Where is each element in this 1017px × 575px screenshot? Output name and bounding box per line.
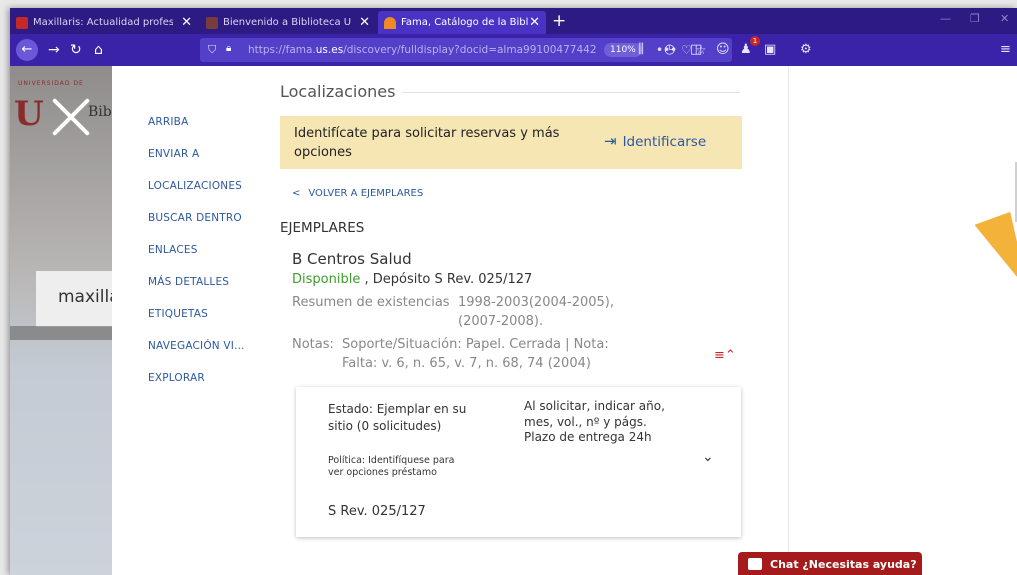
url-text[interactable]: https://fama.us.es/discovery/fulldisplay… (248, 38, 597, 62)
tab-bar: Maxillaris: Actualidad profesion ✕ Bienve… (10, 8, 1017, 34)
url-bar[interactable]: ⛉ 🔒︎ https://fama.us.es/discovery/fulldi… (200, 38, 732, 62)
new-tab-button[interactable]: + (552, 10, 566, 32)
navigation-bar: ← → ↻ ⌂ ⛉ 🔒︎ https://fama.us.es/discover… (10, 34, 1017, 66)
holdings-value-2: (2007-2008). (458, 314, 544, 329)
puzzle-icon[interactable]: ⚙ (800, 42, 812, 58)
logo-u-letter: U (14, 94, 44, 134)
menu-icon[interactable]: ≡ (1000, 42, 1011, 58)
logo-university-text: UNIVERSIDAD DE (18, 80, 84, 87)
browser-window: Maxillaris: Actualidad profesion ✕ Bienve… (10, 8, 1017, 575)
tab-label: Maxillaris: Actualidad profesion (33, 17, 173, 28)
chevron-down-icon[interactable]: ⌄ (702, 449, 714, 465)
close-window-icon[interactable]: ✕ (1000, 12, 1009, 25)
minimize-icon[interactable]: — (940, 12, 951, 25)
restore-icon[interactable]: ❐ (970, 12, 980, 25)
search-text: maxilla (58, 287, 112, 307)
sort-filter-icon[interactable]: ≡⌃ (714, 348, 736, 363)
nav-item-arriba[interactable]: ARRIBA (148, 116, 188, 128)
library-icon (206, 16, 218, 29)
page-content: UNIVERSIDAD DE U Bib maxilla ARRIBA ENVI… (10, 66, 1017, 575)
nav-item-enviar-a[interactable]: ENVIAR A (148, 148, 199, 160)
nav-item-navegacion[interactable]: NAVEGACIÓN VI... (148, 340, 245, 352)
tab-maxillaris[interactable]: Maxillaris: Actualidad profesion ✕ (10, 11, 198, 34)
item-card[interactable]: Estado: Ejemplar en su sitio (0 solicitu… (296, 387, 741, 537)
nav-item-etiquetas[interactable]: ETIQUETAS (148, 308, 208, 320)
section-divider (402, 92, 740, 93)
item-request-note: Al solicitar, indicar año, mes, vol., nº… (524, 399, 665, 444)
arrow-annotation-icon (974, 211, 1017, 301)
nav-item-localizaciones[interactable]: LOCALIZACIONES (148, 180, 242, 192)
forward-icon[interactable]: → (48, 41, 60, 59)
holdings-value-1: 1998-2003(2004-2005), (458, 295, 614, 310)
item-status: Estado: Ejemplar en su sitio (0 solicitu… (328, 402, 467, 433)
notification-badge: 1 (750, 36, 760, 46)
login-button[interactable]: ⇥ Identificarse (604, 132, 706, 150)
availability: Disponible , Depósito S Rev. 025/127 (292, 272, 532, 287)
reload-icon[interactable]: ↻ (70, 41, 82, 59)
holdings-label: Resumen de existencias (292, 295, 450, 310)
close-tab-icon[interactable]: ✕ (529, 11, 540, 34)
nav-item-buscar-dentro[interactable]: BUSCAR DENTRO (148, 212, 242, 224)
fama-icon (384, 16, 396, 29)
sidebar-icon[interactable]: ◫ (690, 42, 702, 58)
section-title: Localizaciones (280, 82, 396, 101)
sign-in-icon: ⇥ (604, 132, 617, 150)
pocket-icon[interactable]: ▣ (764, 42, 776, 58)
background-page: UNIVERSIDAD DE U Bib maxilla (10, 66, 112, 575)
back-to-items-link[interactable]: < VOLVER A EJEMPLARES (292, 188, 423, 199)
tab-biblioteca[interactable]: Bienvenido a Biblioteca Univer ✕ (200, 11, 376, 34)
login-button-label: Identificarse (622, 134, 707, 150)
library-name: B Centros Salud (292, 250, 412, 268)
close-tab-icon[interactable]: ✕ (359, 11, 370, 34)
library-toolbar-icon[interactable]: ⫼ (638, 42, 644, 58)
zoom-level[interactable]: 110% (604, 43, 642, 57)
chat-button[interactable]: Chat ¿Necesitas ayuda? (738, 552, 922, 575)
tab-label: Fama, Catálogo de la Bibliotec (401, 17, 529, 28)
main-content: Localizaciones Identifícate para solicit… (274, 66, 788, 575)
tab-fama[interactable]: Fama, Catálogo de la Bibliotec✕ (378, 11, 546, 34)
notes-value-1: Soporte/Situación: Papel. Cerrada | Nota… (342, 337, 609, 352)
home-icon[interactable]: ⌂ (94, 41, 103, 59)
chat-icon (748, 558, 762, 570)
status-available: Disponible (292, 272, 361, 287)
notes-label: Notas: (292, 337, 334, 352)
back-link-label: VOLVER A EJEMPLARES (308, 188, 424, 199)
shield-icon[interactable]: ⛉ (208, 43, 216, 57)
search-input[interactable]: maxilla (36, 271, 112, 327)
close-tab-icon[interactable]: ✕ (181, 11, 192, 34)
nav-item-mas-detalles[interactable]: MÁS DETALLES (148, 276, 229, 288)
notes-value-2: Falta: v. 6, n. 65, v. 7, n. 68, 74 (200… (342, 356, 591, 371)
history-icon[interactable]: ◷ (664, 42, 675, 58)
lock-icon[interactable]: 🔒︎ (226, 43, 231, 54)
chevron-left-icon: < (292, 188, 301, 199)
right-panel (788, 66, 1017, 575)
search-bar-strip (10, 326, 112, 340)
section-nav: ARRIBA ENVIAR A LOCALIZACIONES BUSCAR DE… (112, 66, 274, 575)
item-policy: Política: Identifíquese para ver opcione… (328, 455, 455, 478)
location-text: , Depósito S Rev. 025/127 (360, 272, 533, 287)
login-banner: Identifícate para solicitar reservas y m… (280, 116, 742, 169)
tab-label: Bienvenido a Biblioteca Univer (223, 17, 351, 28)
nav-item-enlaces[interactable]: ENLACES (148, 244, 198, 256)
chat-label: Chat ¿Necesitas ayuda? (770, 558, 917, 571)
nav-item-explorar[interactable]: EXPLORAR (148, 372, 205, 384)
item-call-number: S Rev. 025/127 (328, 504, 426, 519)
maxillaris-icon (16, 16, 28, 29)
extension-icon[interactable]: ♟ (740, 42, 752, 58)
login-message: Identifícate para solicitar reservas y m… (294, 126, 560, 160)
items-heading: EJEMPLARES (280, 220, 365, 236)
account-icon[interactable]: ☺ (716, 42, 730, 58)
back-button[interactable]: ← (16, 39, 38, 61)
close-overlay-icon[interactable] (50, 96, 92, 138)
